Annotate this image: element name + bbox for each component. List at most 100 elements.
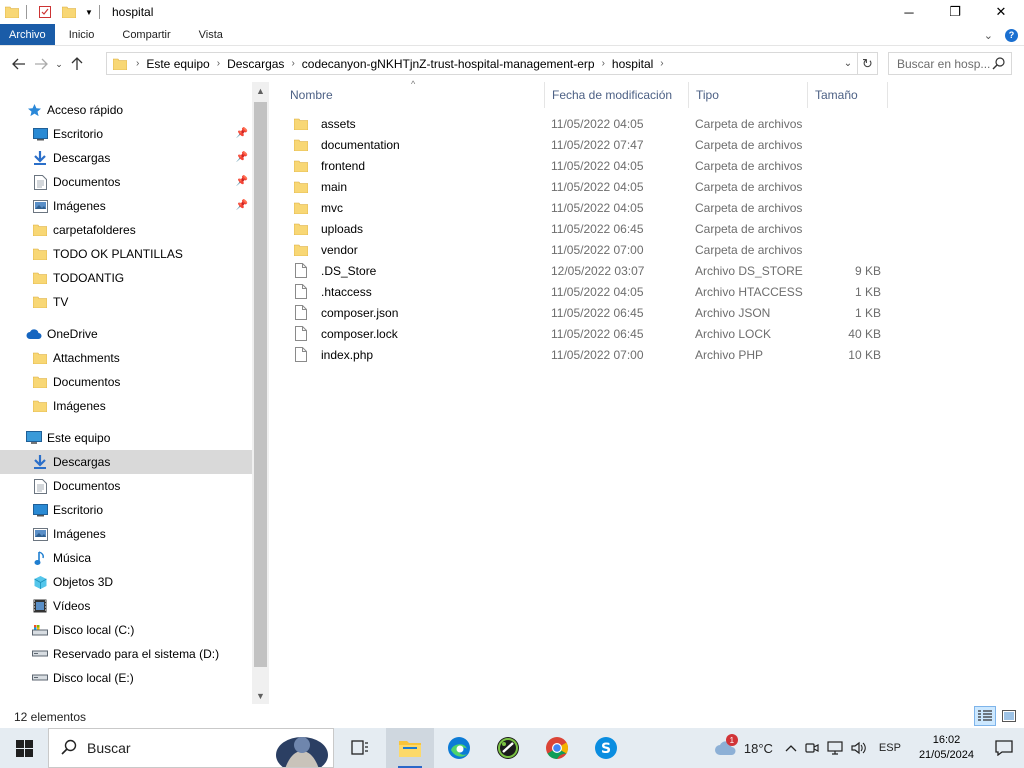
nav-item-todoantig[interactable]: TODOANTIG [0,266,252,290]
nav-item-pc-descargas[interactable]: Descargas [0,450,252,474]
pin-icon[interactable]: 📌 [236,128,248,139]
file-row[interactable]: uploads 11/05/2022 06:45 Carpeta de archiv… [283,218,888,239]
column-header-type[interactable]: Tipo [689,82,808,108]
breadcrumb-descargas[interactable]: Descargas [223,57,288,71]
expand-ribbon-icon[interactable]: ⌄ [984,29,993,42]
minimize-button[interactable]: ─ [886,0,932,24]
taskbar-chrome[interactable] [533,728,581,768]
pin-icon[interactable]: 📌 [236,200,248,211]
scroll-up-icon[interactable]: ▲ [252,82,269,99]
pin-icon[interactable]: 📌 [236,176,248,187]
column-header-name[interactable]: Nombre [283,82,545,108]
pin-icon[interactable]: 📌 [236,152,248,163]
nav-item-documentos[interactable]: Documentos 📌 [0,170,252,194]
nav-item-disco-d[interactable]: Reservado para el sistema (D:) [0,642,252,666]
scroll-thumb[interactable] [254,102,267,667]
taskbar-edge[interactable] [435,728,483,768]
column-header-date[interactable]: Fecha de modificación [545,82,689,108]
close-button[interactable]: ✕ [978,0,1024,24]
file-row[interactable]: main 11/05/2022 04:05 Carpeta de archivos [283,176,888,197]
new-folder-icon[interactable] [61,4,77,20]
nav-item-disco-e[interactable]: Disco local (E:) [0,666,252,690]
address-bar[interactable]: › Este equipo › Descargas › codecanyon-g… [106,52,858,75]
nav-item-descargas[interactable]: Descargas 📌 [0,146,252,170]
breadcrumb-este-equipo[interactable]: Este equipo [142,57,213,71]
details-view-button[interactable] [974,706,996,726]
file-row[interactable]: .htaccess 11/05/2022 04:05 Archivo HTACCES… [283,281,888,302]
start-button[interactable] [0,728,48,768]
nav-item-pc-documentos[interactable]: Documentos [0,474,252,498]
recent-locations-icon[interactable]: ⌄ [52,53,66,75]
column-header-size[interactable]: Tamaño [808,82,888,108]
input-language[interactable]: ESP [871,728,909,768]
file-row[interactable]: index.php 11/05/2022 07:00 Archivo PHP 10 K… [283,344,888,365]
nav-item-attachments[interactable]: Attachments [0,346,252,370]
file-name: assets [321,116,356,131]
image-icon [32,526,48,542]
nav-item-pc-escritorio[interactable]: Escritorio [0,498,252,522]
nav-item-musica[interactable]: Música [0,546,252,570]
nav-item-objetos-3d[interactable]: Objetos 3D [0,570,252,594]
weather-widget[interactable]: 1 18°C [710,728,781,768]
nav-item-pc-imagenes[interactable]: Imágenes [0,522,252,546]
file-row[interactable]: composer.json 11/05/2022 06:45 Archivo JSO… [283,302,888,323]
tab-archivo[interactable]: Archivo [0,24,55,45]
tab-vista[interactable]: Vista [185,24,237,45]
nav-item-carpetafolderes[interactable]: carpetafolderes [0,218,252,242]
breadcrumb-hospital[interactable]: hospital [608,57,657,71]
volume-icon[interactable] [847,728,871,768]
meet-now-icon[interactable] [801,728,823,768]
nav-item-onedrive-documentos[interactable]: Documentos [0,370,252,394]
nav-este-equipo[interactable]: Este equipo [0,426,252,450]
customize-quick-access-icon[interactable]: ▼ [81,4,97,20]
network-icon[interactable] [823,728,847,768]
nav-item-todo-ok-plantillas[interactable]: TODO OK PLANTILLAS [0,242,252,266]
back-button[interactable] [8,53,30,75]
taskbar-file-explorer[interactable] [386,728,434,768]
notification-center-icon[interactable] [984,728,1024,768]
help-icon[interactable]: ? [1005,28,1018,42]
breadcrumb-codecanyon[interactable]: codecanyon-gNKHTjnZ-trust-hospital-manag… [298,57,599,71]
chevron-right-icon[interactable]: › [599,58,608,69]
chevron-right-icon[interactable]: › [214,58,223,69]
nav-quick-access[interactable]: Acceso rápido [0,98,252,122]
search-input[interactable]: Buscar en hosp... [888,52,1012,75]
taskbar-search[interactable]: Buscar [48,728,334,768]
file-row[interactable]: frontend 11/05/2022 04:05 Carpeta de archi… [283,155,888,176]
up-button[interactable] [66,53,88,75]
scroll-down-icon[interactable]: ▼ [252,687,269,704]
large-icons-view-button[interactable] [998,706,1020,726]
forward-button[interactable] [30,53,52,75]
file-row[interactable]: mvc 11/05/2022 04:05 Carpeta de archivos [283,197,888,218]
show-hidden-icons-icon[interactable] [781,728,801,768]
nav-item-tv[interactable]: TV [0,290,252,314]
file-row[interactable]: assets 11/05/2022 04:05 Carpeta de archivo… [283,113,888,134]
chevron-right-icon[interactable]: › [133,58,142,69]
nav-item-disco-c[interactable]: Disco local (C:) [0,618,252,642]
file-row[interactable]: .DS_Store 12/05/2022 03:07 Archivo DS_STOR… [283,260,888,281]
tab-inicio[interactable]: Inicio [55,24,109,45]
chevron-right-icon[interactable]: › [288,58,297,69]
file-row[interactable]: vendor 11/05/2022 07:00 Carpeta de archivo… [283,239,888,260]
task-view-button[interactable] [336,728,384,768]
nav-item-escritorio[interactable]: Escritorio 📌 [0,122,252,146]
clock[interactable]: 16:02 21/05/2024 [909,733,984,763]
file-row[interactable]: composer.lock 11/05/2022 06:45 Archivo LOC… [283,323,888,344]
chevron-right-icon[interactable]: › [657,58,666,69]
file-row[interactable]: documentation 11/05/2022 07:47 Carpeta de … [283,134,888,155]
folder-icon [32,374,48,390]
nav-item-videos[interactable]: Vídeos [0,594,252,618]
nav-onedrive[interactable]: OneDrive [0,322,252,346]
taskbar-green-app[interactable] [484,728,532,768]
nav-scrollbar[interactable]: ▲ ▼ [252,82,269,704]
nav-item-onedrive-imagenes[interactable]: Imágenes [0,394,252,418]
file-date: 11/05/2022 06:45 [551,326,644,341]
taskbar-skype[interactable]: S [582,728,630,768]
nav-label: Objetos 3D [53,575,114,589]
maximize-button[interactable]: ❐ [932,0,978,24]
nav-item-imagenes[interactable]: Imágenes 📌 [0,194,252,218]
properties-icon[interactable] [37,4,53,20]
refresh-button[interactable]: ↻ [858,52,878,75]
tab-compartir[interactable]: Compartir [108,24,184,45]
address-dropdown-icon[interactable]: ⌄ [841,55,855,72]
